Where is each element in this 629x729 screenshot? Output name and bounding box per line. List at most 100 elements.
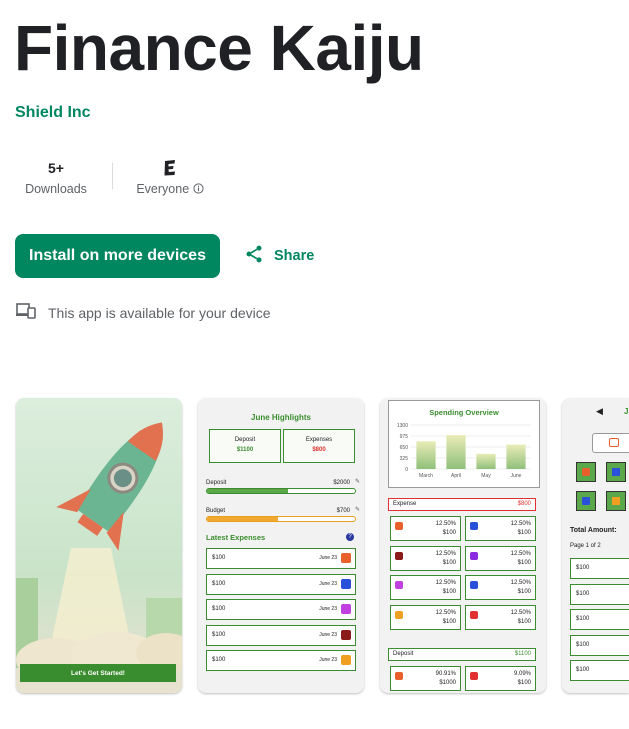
developer-link[interactable]: Shield Inc [15,104,91,122]
category-tile[interactable]: 12.50% $100 [465,545,536,571]
tile-amount: $100 [442,559,456,566]
expense-date: June 23 [319,555,337,561]
help-icon[interactable]: ? [346,533,354,541]
category-home[interactable] [606,491,626,511]
transaction-row[interactable]: $100 [570,660,629,681]
get-started-button[interactable]: Let's Get Started! [20,664,176,682]
availability-text: This app is available for your device [48,304,271,321]
install-button[interactable]: Install on more devices [15,234,220,278]
category-tile[interactable]: 12.50% $100 [390,516,461,541]
tile-amount: $100 [517,618,531,625]
category-tile[interactable]: 12.50% $100 [390,545,461,571]
deposit-progress [206,488,356,494]
bolt-icon [395,551,403,560]
y-tick-label: 325 [400,456,409,462]
bar-march [416,441,436,469]
tile-amount: $100 [442,589,456,595]
tile-amount: $100 [442,530,456,536]
category-tile[interactable]: 90.91% $1000 [390,666,461,691]
expense-row[interactable]: $100 June 23 [206,573,356,595]
category-tile[interactable]: 12.50% $100 [465,516,536,541]
home-icon [612,497,620,505]
x-tick-label: May [481,473,491,479]
edit-icon[interactable]: ✎ [355,478,360,485]
category-tile[interactable]: 12.50% $100 [390,604,461,630]
content-rating-stat[interactable]: Everyone [128,160,212,197]
deposit-card: Deposit $1100 [209,429,281,463]
expense-amount: $100 [212,580,226,587]
expenses-card: Expenses $800 [283,429,355,463]
category-bus[interactable] [576,491,596,511]
expense-amount: $100 [212,631,226,638]
bus-icon [470,581,478,589]
downloads-stat: 5+ Downloads [18,160,94,196]
deposit-header-label: Deposit [393,651,414,657]
tile-percent: 12.50% [435,580,456,586]
transaction-amount: $100 [576,641,590,648]
tile-percent: 12.50% [435,550,456,557]
transaction-amount: $100 [576,616,590,622]
transaction-row[interactable]: $100 [570,634,629,656]
category-food[interactable] [576,462,596,482]
tile-percent: 12.50% [435,609,456,616]
spending-chart: Spending Overview 1300 975 650 325 0 March Apr… [388,400,540,488]
transaction-row[interactable]: $100 [570,583,629,605]
category-tile[interactable]: 9.09% $100 [465,666,536,691]
availability-note: This app is available for your device [16,303,271,322]
share-button[interactable]: Share [244,244,314,268]
screenshot-4[interactable]: ◀ J Total Amount: Page 1 of 2 $100 $100 $1… [562,398,629,693]
expense-row[interactable]: $100 June 23 [206,650,356,671]
category-tile[interactable]: 12.50% $100 [465,604,536,630]
transaction-row[interactable]: $100 [570,609,629,630]
edit-icon[interactable]: ✎ [355,506,360,513]
graduation-icon [470,551,478,560]
x-tick-label: April [451,473,461,479]
category-tile[interactable]: 12.50% $100 [465,575,536,600]
more-icon [470,610,478,619]
expense-row[interactable]: $100 June 23 [206,548,356,569]
expense-date: June 23 [319,606,337,612]
back-arrow-icon[interactable]: ◀ [596,406,603,417]
total-amount-label: Total Amount: [570,527,617,534]
share-label: Share [274,248,315,264]
tile-percent: 12.50% [510,580,531,586]
deposit-header-value: $1100 [514,651,531,657]
expense-row[interactable]: $100 June 23 [206,599,356,620]
expense-amount: $100 [212,555,226,561]
info-icon[interactable] [193,183,204,197]
home-icon [395,610,403,619]
tile-amount: $100 [517,530,531,536]
screenshot-2[interactable]: June Highlights Deposit $1100 Expenses $… [198,398,364,693]
gift-icon [612,468,620,476]
y-tick-label: 650 [400,445,409,451]
bar-may [476,453,496,469]
devices-icon [16,303,36,322]
downloads-label: Downloads [25,182,87,196]
tile-amount: $100 [517,680,531,686]
dollar-icon [470,672,478,680]
tile-amount: $100 [517,589,531,595]
rocket-illustration [16,422,182,682]
expense-header: Expense $800 [388,498,536,511]
transaction-row[interactable]: $100 [570,558,629,579]
home-icon [341,655,351,665]
deposit-card-value: $1100 [236,447,254,453]
expense-row[interactable]: $100 June 23 [206,624,356,646]
latest-expenses-title: Latest Expenses [206,533,266,542]
highlights-title: June Highlights [251,413,311,422]
budget-progress [206,516,356,522]
screen-4-header: J [624,407,629,416]
gift-icon [341,578,351,589]
expenses-card-label: Expenses [305,437,333,443]
tile-amount: $100 [442,618,456,625]
screenshot-3[interactable]: Spending Overview 1300 975 650 325 0 March Apr… [380,398,546,693]
screenshot-1[interactable]: Let's Get Started! [16,398,182,693]
rating-label: Everyone [136,182,190,196]
wallet-selector[interactable] [592,433,629,453]
transaction-amount: $100 [576,667,590,673]
tile-percent: 9.09% [513,671,531,677]
gift-icon [470,522,478,530]
bar-chart: 1300 975 650 325 0 March April May June [397,423,531,479]
category-tile[interactable]: 12.50% $100 [390,575,461,600]
category-gift[interactable] [606,462,626,482]
